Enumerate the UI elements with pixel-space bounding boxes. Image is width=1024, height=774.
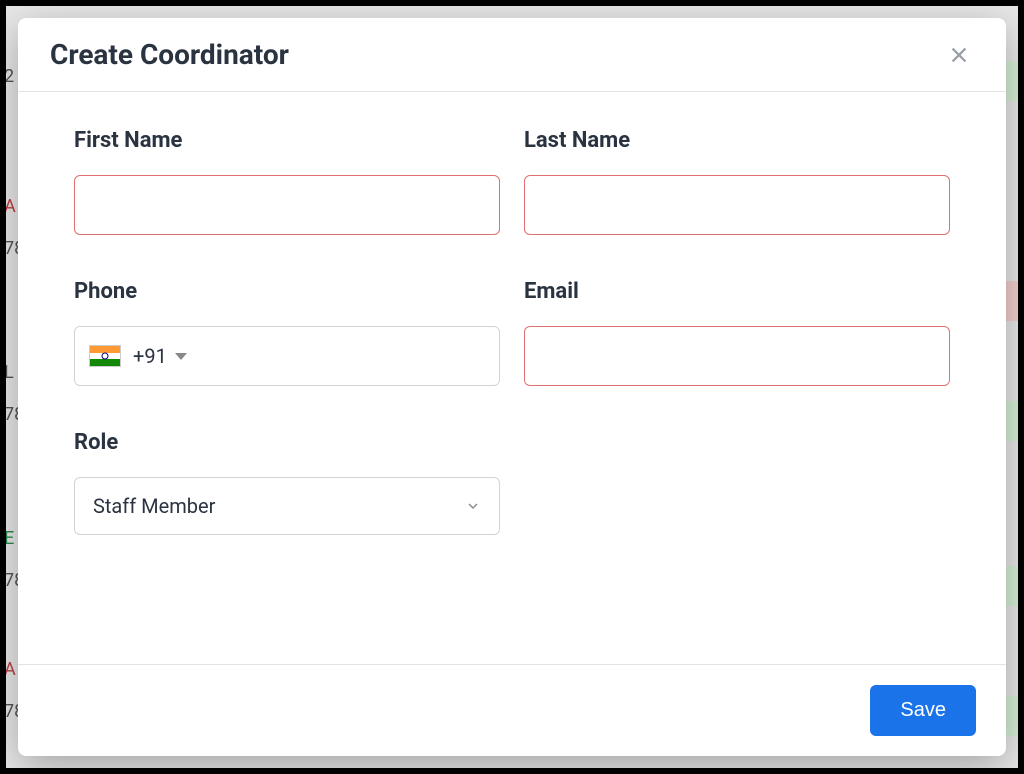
form-row-role: Role Staff Member [74,430,950,535]
modal-header: Create Coordinator [18,18,1006,92]
email-group: Email [524,279,950,386]
chevron-down-icon [465,498,481,514]
bg-text: E [6,528,14,549]
phone-field[interactable]: +91 [74,326,500,386]
modal-body: First Name Last Name Phone [18,92,1006,664]
phone-group: Phone +91 [74,279,500,386]
bg-text: A [6,196,16,217]
bg-text: 2 [6,66,14,87]
india-flag-icon [89,345,121,367]
modal-title: Create Coordinator [50,38,289,71]
form-row-names: First Name Last Name [74,128,950,235]
modal-footer: Save [18,664,1006,756]
dial-code: +91 [133,344,167,368]
create-coordinator-modal: Create Coordinator First Name Last Name … [18,18,1006,756]
bg-text: A [6,659,16,680]
email-input[interactable] [524,326,950,386]
first-name-group: First Name [74,128,500,235]
form-row-contact: Phone +91 Email [74,279,950,386]
page-background: 2 A 78 L 78 E 78 A 78 Create Coordinator… [6,6,1018,768]
first-name-label: First Name [74,128,500,153]
email-label: Email [524,279,950,304]
last-name-label: Last Name [524,128,950,153]
caret-down-icon [175,353,187,360]
role-selected-text: Staff Member [93,494,215,518]
spacer [524,430,950,535]
close-button[interactable] [944,40,974,70]
first-name-input[interactable] [74,175,500,235]
role-label: Role [74,430,500,455]
close-icon [948,44,970,66]
save-button[interactable]: Save [870,685,976,736]
role-select[interactable]: Staff Member [74,477,500,535]
phone-input[interactable] [197,327,485,385]
last-name-group: Last Name [524,128,950,235]
role-group: Role Staff Member [74,430,500,535]
last-name-input[interactable] [524,175,950,235]
bg-text: L [6,362,14,383]
phone-label: Phone [74,279,500,304]
